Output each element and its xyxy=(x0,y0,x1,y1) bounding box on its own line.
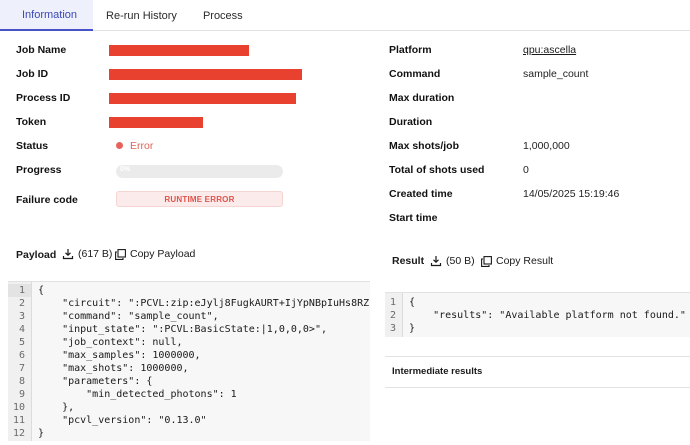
line-number: 12 xyxy=(12,428,25,439)
copy-payload-label: Copy Payload xyxy=(130,248,196,260)
code-line: "job_context": null, xyxy=(38,337,183,348)
line-number: 5 xyxy=(18,337,25,348)
code-line: { xyxy=(38,285,45,296)
max-shots-label: Max shots/job xyxy=(389,140,460,152)
code-line: "parameters": { xyxy=(38,376,153,387)
process-id-redacted xyxy=(109,93,296,104)
failure-code-badge: RUNTIME ERROR xyxy=(116,191,283,207)
line-number: 6 xyxy=(18,350,25,361)
command-label: Command xyxy=(389,68,441,80)
status-indicator xyxy=(116,142,123,149)
line-number: 4 xyxy=(18,324,25,335)
platform-link[interactable]: qpu:ascella xyxy=(523,43,576,57)
start-time-label: Start time xyxy=(389,212,438,224)
tab-information[interactable]: Information xyxy=(0,0,94,31)
status-label: Status xyxy=(16,140,49,152)
copy-icon xyxy=(481,255,492,267)
line-number: 2 xyxy=(18,298,25,309)
token-redacted xyxy=(109,117,203,128)
line-number: 1 xyxy=(389,297,396,308)
code-line: }, xyxy=(38,402,75,413)
code-line: "min_detected_photons": 1 xyxy=(38,389,237,400)
code-line: } xyxy=(409,323,416,334)
copy-result-label: Copy Result xyxy=(496,255,554,267)
progress-value: 0% xyxy=(120,166,131,173)
job-name-redacted xyxy=(109,45,249,56)
payload-label: Payload xyxy=(16,249,57,261)
line-number: 10 xyxy=(12,402,25,413)
max-shots-value: 1,000,000 xyxy=(523,140,570,152)
result-code-editor[interactable]: 1 2 3 { "results": "Available platform not… xyxy=(385,292,690,337)
total-shots-value: 0 xyxy=(523,164,529,176)
max-duration-label: Max duration xyxy=(389,92,455,104)
duration-label: Duration xyxy=(389,116,433,128)
payload-size: (617 B) xyxy=(78,248,113,260)
result-line-gutter: 1 2 3 xyxy=(385,293,403,337)
tab-bar: Information Re-run History Process xyxy=(0,0,690,31)
payload-code-editor[interactable]: 1 2 3 4 5 6 7 8 9 10 11 12 { "circuit": ":PCVL:zip:… xyxy=(8,281,370,441)
progress-label: Progress xyxy=(16,164,62,176)
code-line: "circuit": ":PCVL:zip:eJylj8FugkAURT+IjY… xyxy=(38,298,370,309)
payload-line-gutter: 1 2 3 4 5 6 7 8 9 10 11 12 xyxy=(8,282,32,441)
copy-payload-button[interactable]: Copy Payload xyxy=(115,248,195,260)
token-label: Token xyxy=(16,116,47,128)
download-icon xyxy=(62,249,74,260)
process-id-label: Process ID xyxy=(16,92,71,104)
code-line: "max_shots": 1000000, xyxy=(38,363,189,374)
code-line: "input_state": ":PCVL:BasicState:|1,0,0,… xyxy=(38,324,327,335)
command-value: sample_count xyxy=(523,68,589,80)
line-number: 3 xyxy=(389,323,396,334)
code-line: } xyxy=(38,428,45,439)
result-size: (50 B) xyxy=(446,255,475,267)
code-line: "pcvl_version": "0.13.0" xyxy=(38,415,207,426)
platform-label: Platform xyxy=(389,44,432,56)
copy-icon xyxy=(115,248,126,260)
intermediate-results-label: Intermediate results xyxy=(392,366,483,377)
job-id-label: Job ID xyxy=(16,68,49,80)
code-line: "max_samples": 1000000, xyxy=(38,350,201,361)
job-id-redacted xyxy=(109,69,302,80)
intermediate-divider-top xyxy=(385,356,690,357)
copy-result-button[interactable]: Copy Result xyxy=(481,255,553,267)
total-shots-label: Total of shots used xyxy=(389,164,485,176)
code-line: "results": "Available platform not found… xyxy=(409,310,686,321)
status-value: Error xyxy=(130,140,154,152)
failure-code-label: Failure code xyxy=(16,194,78,206)
progress-bar: 0% xyxy=(116,165,283,178)
created-time-label: Created time xyxy=(389,188,453,200)
download-result-button[interactable]: (50 B) xyxy=(430,255,475,267)
intermediate-divider-bottom xyxy=(385,387,690,388)
line-number: 7 xyxy=(18,363,25,374)
tab-process[interactable]: Process xyxy=(190,0,256,31)
download-payload-button[interactable]: (617 B) xyxy=(62,248,112,260)
created-time-value: 14/05/2025 15:19:46 xyxy=(523,188,620,200)
line-number: 11 xyxy=(12,415,25,426)
job-name-label: Job Name xyxy=(16,44,67,56)
code-line: { xyxy=(409,297,416,308)
tab-rerun-history[interactable]: Re-run History xyxy=(93,0,190,31)
line-number: 2 xyxy=(389,310,396,321)
line-number: 9 xyxy=(18,389,25,400)
line-number: 8 xyxy=(18,376,25,387)
result-label: Result xyxy=(392,255,425,267)
line-number: 1 xyxy=(18,285,25,296)
download-icon xyxy=(430,256,442,267)
line-number: 3 xyxy=(18,311,25,322)
code-line: "command": "sample_count", xyxy=(38,311,219,322)
